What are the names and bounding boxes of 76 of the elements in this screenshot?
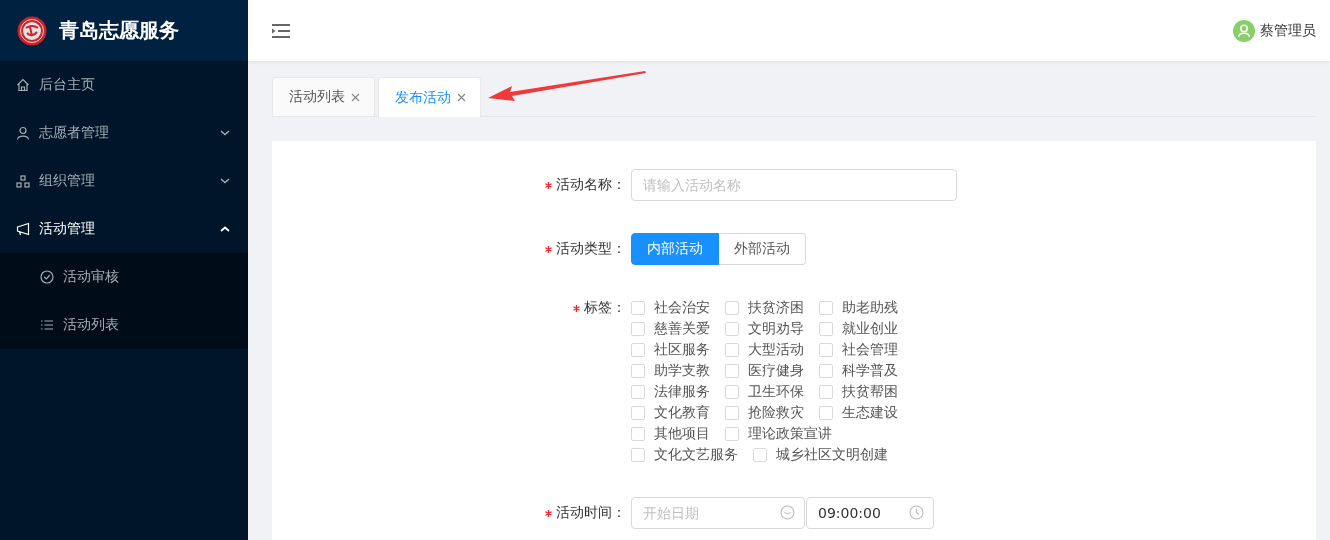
chevron-down-icon [220, 178, 230, 184]
tag-option[interactable]: 其他项目 [631, 423, 710, 444]
menu-item[interactable]: 后台主页 [0, 61, 248, 109]
date-field[interactable]: 开始日期 [631, 497, 805, 529]
megaphone-icon [16, 222, 30, 236]
field-label: 活动时间： [556, 504, 626, 522]
checkbox[interactable] [725, 384, 739, 399]
tag-option[interactable]: 扶贫济困 [725, 297, 804, 318]
menu-item[interactable]: 志愿者管理 [0, 109, 248, 157]
app-title: 青岛志愿服务 [59, 17, 179, 44]
home-icon [16, 78, 30, 92]
checkbox[interactable] [631, 426, 645, 441]
checkbox[interactable] [631, 342, 645, 357]
tab[interactable]: 活动列表 [272, 77, 375, 116]
tag-option[interactable]: 社会管理 [819, 339, 898, 360]
close-icon [457, 93, 466, 102]
tag-option[interactable]: 扶贫帮困 [819, 381, 898, 402]
clock-icon [909, 505, 924, 520]
chevron-down-icon [220, 130, 230, 136]
radio-button[interactable]: 外部活动 [719, 233, 806, 265]
tag-option[interactable]: 就业创业 [819, 318, 898, 339]
checkbox[interactable] [819, 342, 833, 357]
checkbox[interactable] [725, 405, 739, 420]
submenu-item[interactable]: 活动列表 [0, 301, 248, 349]
checkbox[interactable] [631, 300, 645, 315]
tag-option[interactable]: 助学支教 [631, 360, 710, 381]
submenu-item[interactable]: 活动审核 [0, 253, 248, 301]
checkbox[interactable] [631, 363, 645, 378]
checkbox[interactable] [631, 447, 645, 462]
time-field[interactable]: 09:00:00 [806, 497, 934, 529]
tag-option[interactable]: 文化文艺服务 [631, 444, 738, 465]
checkbox[interactable] [819, 363, 833, 378]
tag-option[interactable]: 社区服务 [631, 339, 710, 360]
chevron-up-icon [220, 226, 230, 232]
user-icon [16, 126, 30, 140]
org-icon [16, 174, 30, 188]
avatar-icon [1233, 19, 1255, 42]
checkbox[interactable] [819, 384, 833, 399]
tag-option[interactable]: 社会治安 [631, 297, 710, 318]
tag-option[interactable]: 理论政策宣讲 [725, 423, 832, 444]
checkbox[interactable] [725, 363, 739, 378]
menu-item[interactable]: 活动管理 [0, 205, 248, 253]
input-field[interactable]: 请输入活动名称 [631, 169, 957, 201]
tag-option[interactable]: 抢险救灾 [725, 402, 804, 423]
checkbox[interactable] [631, 405, 645, 420]
close-icon [351, 92, 360, 102]
menu-item[interactable]: 组织管理 [0, 157, 248, 205]
user-name[interactable]: 蔡管理员 [1260, 21, 1316, 40]
checkbox[interactable] [631, 321, 645, 336]
checkbox[interactable] [819, 405, 833, 420]
tag-option[interactable]: 文化教育 [631, 402, 710, 423]
list-icon [40, 318, 54, 332]
check-circle-icon [40, 270, 54, 284]
checkbox[interactable] [725, 300, 739, 315]
tag-option[interactable]: 文明劝导 [725, 318, 804, 339]
checkbox[interactable] [725, 321, 739, 336]
logo-icon [17, 15, 47, 46]
checkbox[interactable] [819, 300, 833, 315]
tag-option[interactable]: 城乡社区文明创建 [753, 444, 888, 465]
tag-option[interactable]: 助老助残 [819, 297, 898, 318]
menu-fold-icon [272, 22, 290, 39]
checkbox[interactable] [753, 447, 767, 462]
tag-option[interactable]: 科学普及 [819, 360, 898, 381]
field-label: 活动名称： [556, 176, 626, 194]
tag-option[interactable]: 生态建设 [819, 402, 898, 423]
field-label: 标签： [584, 299, 626, 317]
checkbox[interactable] [725, 426, 739, 441]
tag-option[interactable]: 医疗健身 [725, 360, 804, 381]
tag-option[interactable]: 法律服务 [631, 381, 710, 402]
checkbox[interactable] [631, 384, 645, 399]
tag-option[interactable]: 慈善关爱 [631, 318, 710, 339]
checkbox[interactable] [725, 342, 739, 357]
field-label: 活动类型： [556, 240, 626, 258]
tag-option[interactable]: 卫生环保 [725, 381, 804, 402]
tag-option[interactable]: 大型活动 [725, 339, 804, 360]
checkbox[interactable] [819, 321, 833, 336]
